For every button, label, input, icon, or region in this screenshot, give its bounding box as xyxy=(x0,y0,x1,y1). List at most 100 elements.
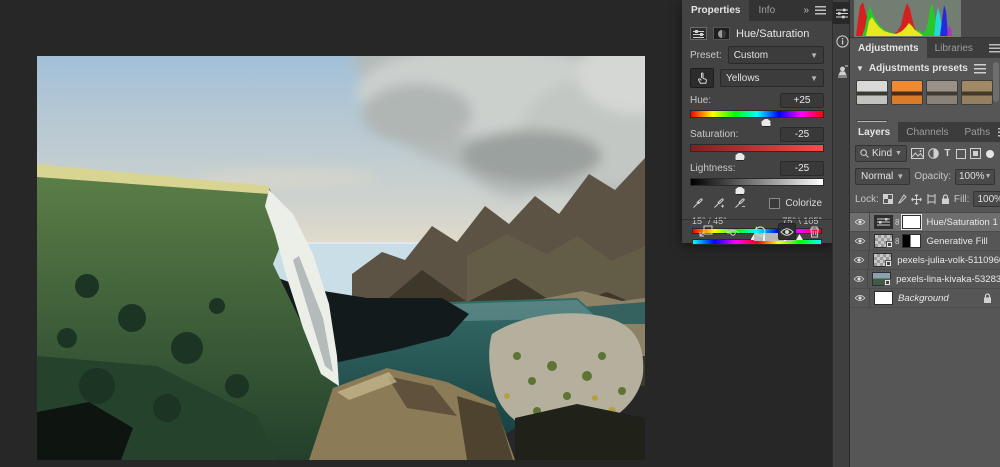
tab-paths-label: Paths xyxy=(965,127,991,138)
eye-icon xyxy=(853,275,865,283)
chevron-down-icon: ▼ xyxy=(810,74,818,83)
layer-row-hue-saturation[interactable]: 8 Hue/Saturation 1 xyxy=(850,213,1000,232)
lock-image-pixels-icon[interactable] xyxy=(897,192,907,207)
add-to-sample-eyedropper-icon[interactable] xyxy=(713,196,724,211)
layer-filter-toggle[interactable] xyxy=(985,146,995,161)
filter-smart-objects-icon[interactable] xyxy=(970,146,981,161)
preset-label: Preset: xyxy=(690,50,722,61)
adjustment-preset-thumbnail-3[interactable] xyxy=(926,80,958,105)
layer-name[interactable]: Hue/Saturation 1 xyxy=(926,217,997,228)
subtract-from-sample-eyedropper-icon[interactable] xyxy=(734,196,745,211)
layer-mask-link-icon[interactable]: 8 xyxy=(895,237,899,246)
layer-visibility-toggle[interactable] xyxy=(850,232,870,250)
panel-dock-strip xyxy=(832,0,850,467)
channel-dropdown[interactable]: Yellows ▼ xyxy=(720,69,824,87)
generative-fill-layer-thumbnail[interactable] xyxy=(874,234,893,248)
lightness-value-input[interactable]: -25 xyxy=(780,161,824,176)
sliders-icon xyxy=(836,8,848,19)
lock-all-icon[interactable] xyxy=(941,192,950,207)
presets-scrollbar[interactable] xyxy=(993,62,999,102)
photo-layer-thumbnail[interactable] xyxy=(872,272,891,286)
filter-kind-value: Kind xyxy=(872,148,892,159)
eye-icon xyxy=(853,256,865,264)
clip-to-layer-button[interactable] xyxy=(697,223,715,240)
filter-adjustment-layers-icon[interactable] xyxy=(928,146,939,161)
layer-name[interactable]: pexels-julia-volk-5110960 xyxy=(897,255,1000,266)
filter-shape-layers-icon[interactable] xyxy=(956,146,966,161)
layer-mask-thumbnail[interactable] xyxy=(902,234,921,248)
panel-menu-icon[interactable] xyxy=(815,6,826,15)
colorize-checkbox[interactable] xyxy=(769,198,780,209)
view-previous-state-button[interactable] xyxy=(724,223,742,240)
collapse-panel-icon[interactable]: » xyxy=(803,5,809,16)
hue-value-input[interactable]: +25 xyxy=(780,93,824,108)
layer-name[interactable]: Background xyxy=(898,293,949,304)
blend-mode-dropdown[interactable]: Normal ▼ xyxy=(855,168,910,185)
fill-input[interactable]: 100%▼ xyxy=(973,191,1000,207)
saturation-value-input[interactable]: -25 xyxy=(780,127,824,142)
canvas-photo[interactable] xyxy=(37,56,645,460)
smart-object-badge-icon xyxy=(885,260,892,267)
layer-visibility-toggle[interactable] xyxy=(850,270,868,288)
layer-visibility-toggle[interactable] xyxy=(850,213,870,231)
tab-layers-label: Layers xyxy=(858,127,890,138)
layer-row-pexels-lina-kivaka[interactable]: pexels-lina-kivaka-5328309 xyxy=(850,270,1000,289)
adjustment-layer-icon xyxy=(713,27,730,40)
toggle-layer-visibility-button[interactable] xyxy=(778,223,796,240)
layer-row-pexels-julia-volk[interactable]: pexels-julia-volk-5110960 xyxy=(850,251,1000,270)
filter-pixel-layers-icon[interactable] xyxy=(911,146,924,161)
tab-paths[interactable]: Paths xyxy=(957,122,999,142)
delete-adjustment-button[interactable] xyxy=(805,223,823,240)
opacity-input[interactable]: 100%▼ xyxy=(955,169,995,185)
adjustment-layer-thumbnail[interactable] xyxy=(874,215,893,229)
adjustments-presets-header: Adjustments presets xyxy=(869,63,968,74)
hue-slider-thumb[interactable] xyxy=(761,118,772,127)
layer-row-generative-fill[interactable]: 8 Generative Fill xyxy=(850,232,1000,251)
layer-visibility-toggle[interactable] xyxy=(850,251,869,269)
search-icon xyxy=(860,149,869,158)
preset-dropdown[interactable]: Custom ▼ xyxy=(728,46,824,64)
layer-name[interactable]: Generative Fill xyxy=(926,236,987,247)
targeted-adjustment-tool-button[interactable] xyxy=(690,68,714,88)
histogram-panel[interactable] xyxy=(850,0,1000,38)
reset-adjustment-button[interactable] xyxy=(751,223,769,240)
adjustments-menu-icon[interactable] xyxy=(989,44,1000,53)
lightness-slider-thumb[interactable] xyxy=(734,186,745,195)
tab-info-label: Info xyxy=(758,5,775,16)
saturation-slider[interactable] xyxy=(690,144,824,152)
preset-value: Custom xyxy=(734,50,768,61)
tab-adjustments[interactable]: Adjustments xyxy=(850,38,927,58)
info-panel-dock-button[interactable] xyxy=(833,30,851,52)
background-layer-thumbnail[interactable] xyxy=(874,291,893,305)
layer-mask-thumbnail[interactable] xyxy=(902,215,921,229)
lock-position-icon[interactable] xyxy=(911,192,922,207)
layer-row-background[interactable]: Background xyxy=(850,289,1000,308)
tab-properties[interactable]: Properties xyxy=(682,0,749,21)
eye-icon xyxy=(854,218,866,226)
layer-name[interactable]: pexels-lina-kivaka-5328309 xyxy=(896,274,1000,285)
tab-info[interactable]: Info xyxy=(749,0,784,21)
adjustment-preset-thumbnail-4[interactable] xyxy=(961,80,993,105)
tab-layers[interactable]: Layers xyxy=(850,122,898,142)
layer-mask-link-icon[interactable]: 8 xyxy=(895,218,899,227)
chevron-expand-icon[interactable]: ▼ xyxy=(856,64,864,73)
layer-filter-kind-dropdown[interactable]: Kind ▼ xyxy=(855,145,907,162)
adjustment-preset-thumbnail-2[interactable] xyxy=(891,80,923,105)
lightness-slider[interactable] xyxy=(690,178,824,186)
layer-visibility-toggle[interactable] xyxy=(850,289,870,307)
eye-icon xyxy=(854,237,866,245)
filter-type-layers-icon[interactable]: T xyxy=(943,146,952,161)
hue-slider[interactable] xyxy=(690,110,824,118)
smart-object-layer-thumbnail[interactable] xyxy=(873,253,892,267)
saturation-slider-thumb[interactable] xyxy=(734,152,745,161)
lock-transparent-pixels-icon[interactable] xyxy=(883,192,893,207)
colorize-checkbox-row[interactable]: Colorize xyxy=(769,198,822,209)
properties-panel-dock-button[interactable] xyxy=(833,2,851,24)
tab-libraries[interactable]: Libraries xyxy=(927,38,981,58)
adjustment-preset-thumbnail-1[interactable] xyxy=(856,80,888,105)
eyedropper-icon[interactable] xyxy=(692,196,703,211)
history-panel-dock-button[interactable] xyxy=(833,60,851,82)
tab-channels[interactable]: Channels xyxy=(898,122,956,142)
list-view-icon[interactable] xyxy=(974,64,986,74)
lock-artboard-icon[interactable] xyxy=(926,192,937,207)
